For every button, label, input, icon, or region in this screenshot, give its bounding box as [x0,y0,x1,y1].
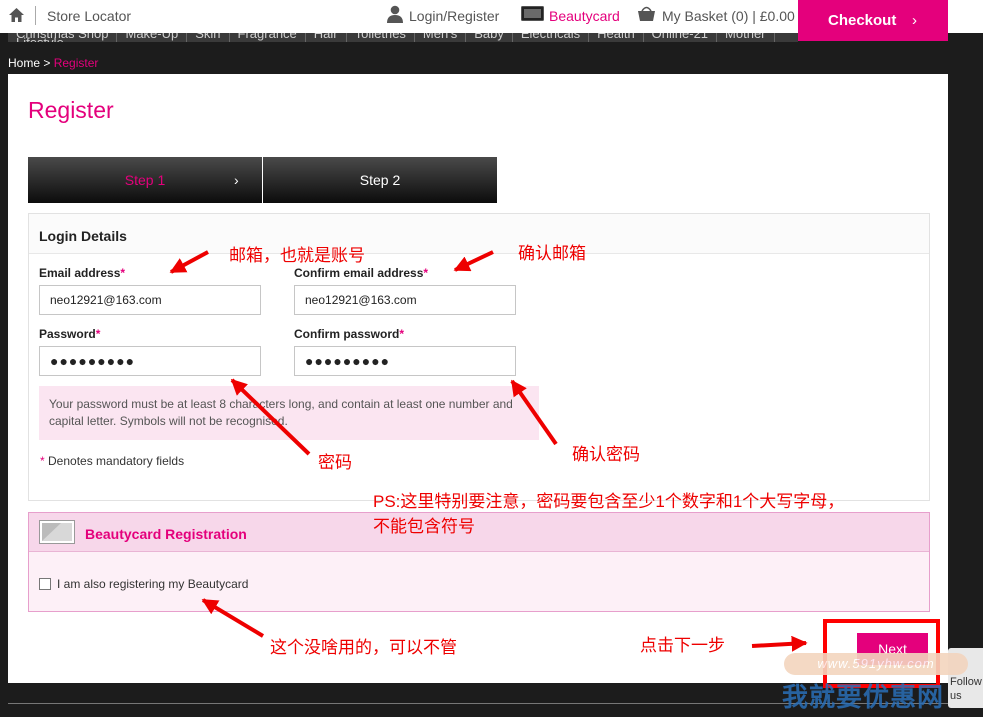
annotation-email: 邮箱，也就是账号 [229,246,365,265]
annotation-ps-line1: PS:这里特别要注意，密码要包含至少1个数字和1个大写字母， [373,492,845,511]
annotation-confirm-password: 确认密码 [572,445,640,464]
annotation-password: 密码 [318,453,352,472]
arrow-icon [201,598,265,638]
arrow-icon [230,378,311,456]
follow-us-label: Follow us [950,676,982,702]
annotation-confirm-email: 确认邮箱 [518,244,586,263]
annotation-beautycard: 这个没啥用的，可以不管 [270,638,457,657]
arrow-icon [169,250,209,274]
annotation-ps-line2: 不能包含符号 [373,517,475,536]
arrow-icon [751,635,808,652]
arrow-icon [453,250,494,272]
watermark-logo: 我就要优惠网 [782,682,945,712]
arrow-icon [510,379,558,446]
annotation-next: 点击下一步 [640,636,725,655]
annotation-arrows [169,250,808,652]
watermark-url: www.591yhw.com [784,653,968,675]
